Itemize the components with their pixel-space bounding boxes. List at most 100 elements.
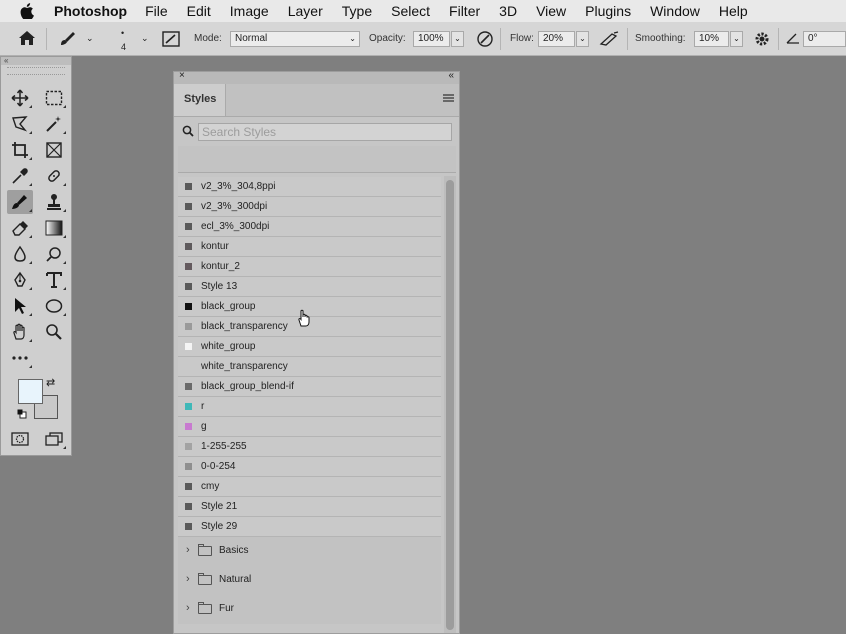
menu-view[interactable]: View: [536, 3, 566, 19]
scrollbar-thumb[interactable]: [446, 180, 454, 630]
collapse-double-chevron-icon[interactable]: «: [448, 72, 454, 81]
type-tool[interactable]: [41, 268, 67, 292]
tools-panel-header[interactable]: «: [1, 57, 71, 65]
menu-edit[interactable]: Edit: [187, 3, 211, 19]
list-item[interactable]: v2_3%_300dpi: [178, 197, 441, 217]
gradient-tool[interactable]: [41, 216, 67, 240]
menu-type[interactable]: Type: [342, 3, 372, 19]
style-swatch: [185, 483, 192, 490]
style-swatch: [185, 203, 192, 210]
menu-layer[interactable]: Layer: [288, 3, 323, 19]
close-icon[interactable]: ×: [179, 72, 185, 81]
polygonal-lasso-icon: [12, 116, 28, 132]
style-group-basics[interactable]: › Basics: [178, 537, 441, 566]
search-icon: [182, 125, 194, 140]
list-item[interactable]: 0-0-254: [178, 457, 441, 477]
brush-settings-panel-icon[interactable]: [162, 31, 180, 50]
dodge-tool[interactable]: [41, 242, 67, 266]
style-group-fur[interactable]: › Fur: [178, 595, 441, 624]
smoothing-dropdown-button[interactable]: ⌄: [730, 31, 743, 47]
menu-image[interactable]: Image: [230, 3, 269, 19]
menu-file[interactable]: File: [145, 3, 168, 19]
flow-input[interactable]: 20%: [538, 31, 575, 47]
move-tool[interactable]: [7, 86, 33, 110]
list-item[interactable]: Style 21: [178, 497, 441, 517]
flow-dropdown-button[interactable]: ⌄: [576, 31, 589, 47]
panel-menu-icon[interactable]: [443, 93, 454, 105]
angle-input[interactable]: 0°: [803, 31, 846, 47]
menu-window[interactable]: Window: [650, 3, 700, 19]
menu-bar: Photoshop File Edit Image Layer Type Sel…: [0, 0, 846, 22]
chevron-right-icon[interactable]: ›: [186, 602, 190, 614]
gear-icon[interactable]: [754, 31, 770, 50]
edit-toolbar-button[interactable]: [7, 346, 33, 370]
ellipse-tool[interactable]: [41, 294, 67, 318]
menu-filter[interactable]: Filter: [449, 3, 480, 19]
list-item[interactable]: v2_3%_304,8ppi: [178, 177, 441, 197]
tools-panel: « ⇄: [0, 56, 72, 456]
mode-select[interactable]: Normal ⌄: [230, 31, 360, 47]
opacity-input[interactable]: 100%: [413, 31, 450, 47]
menu-plugins[interactable]: Plugins: [585, 3, 631, 19]
lasso-tool[interactable]: [7, 112, 33, 136]
list-item[interactable]: black_group_blend-if: [178, 377, 441, 397]
path-selection-tool[interactable]: [7, 294, 33, 318]
blur-tool[interactable]: [7, 242, 33, 266]
style-preview-area: [178, 146, 456, 173]
style-group-natural[interactable]: › Natural: [178, 566, 441, 595]
marquee-tool[interactable]: [41, 86, 67, 110]
chevron-down-icon[interactable]: ⌄: [86, 33, 94, 44]
apple-menu-icon[interactable]: [20, 3, 40, 19]
tab-styles[interactable]: Styles: [174, 84, 226, 116]
menu-3d[interactable]: 3D: [499, 3, 517, 19]
brush-preset-icon[interactable]: [58, 30, 78, 51]
menu-select[interactable]: Select: [391, 3, 430, 19]
hand-tool[interactable]: [7, 320, 33, 344]
healing-brush-tool[interactable]: [41, 164, 67, 188]
foreground-color-swatch[interactable]: [18, 379, 43, 404]
eraser-tool[interactable]: [7, 216, 33, 240]
pen-tool[interactable]: [7, 268, 33, 292]
frame-tool[interactable]: [41, 138, 67, 162]
list-item[interactable]: white_group: [178, 337, 441, 357]
opacity-dropdown-button[interactable]: ⌄: [451, 31, 464, 47]
magic-wand-tool[interactable]: [41, 112, 67, 136]
panel-grip[interactable]: [7, 67, 65, 75]
pressure-opacity-icon[interactable]: [476, 30, 494, 51]
chevron-right-icon[interactable]: ›: [186, 573, 190, 585]
list-item[interactable]: 1-255-255: [178, 437, 441, 457]
list-item[interactable]: kontur_2: [178, 257, 441, 277]
home-icon[interactable]: [18, 30, 36, 49]
list-item[interactable]: r: [178, 397, 441, 417]
dodge-icon: [46, 247, 61, 262]
list-item[interactable]: Style 13: [178, 277, 441, 297]
zoom-tool[interactable]: [41, 320, 67, 344]
screen-mode-button[interactable]: [41, 427, 67, 451]
quick-mask-button[interactable]: [7, 427, 33, 451]
stamp-icon: [47, 194, 61, 210]
collapse-double-chevron-icon[interactable]: «: [4, 56, 8, 65]
default-colors-icon[interactable]: [17, 409, 27, 422]
swap-colors-icon[interactable]: ⇄: [46, 376, 55, 389]
chevron-down-icon[interactable]: ⌄: [141, 33, 149, 44]
list-item[interactable]: ecl_3%_300dpi: [178, 217, 441, 237]
style-name: white_transparency: [201, 361, 288, 372]
list-item[interactable]: Style 29: [178, 517, 441, 537]
panel-title-strip[interactable]: × «: [174, 72, 459, 84]
app-name[interactable]: Photoshop: [54, 3, 127, 19]
smoothing-input[interactable]: 10%: [694, 31, 729, 47]
brush-tool[interactable]: [7, 190, 33, 214]
eyedropper-tool[interactable]: [7, 164, 33, 188]
clone-stamp-tool[interactable]: [41, 190, 67, 214]
airbrush-icon[interactable]: [598, 31, 620, 50]
crop-tool[interactable]: [7, 138, 33, 162]
chevron-right-icon[interactable]: ›: [186, 544, 190, 556]
list-item[interactable]: white_transparency: [178, 357, 441, 377]
search-input[interactable]: Search Styles: [198, 123, 452, 141]
opacity-label: Opacity:: [369, 33, 406, 44]
list-item[interactable]: kontur: [178, 237, 441, 257]
list-item[interactable]: cmy: [178, 477, 441, 497]
frame-icon: [46, 142, 62, 158]
menu-help[interactable]: Help: [719, 3, 748, 19]
list-item[interactable]: g: [178, 417, 441, 437]
